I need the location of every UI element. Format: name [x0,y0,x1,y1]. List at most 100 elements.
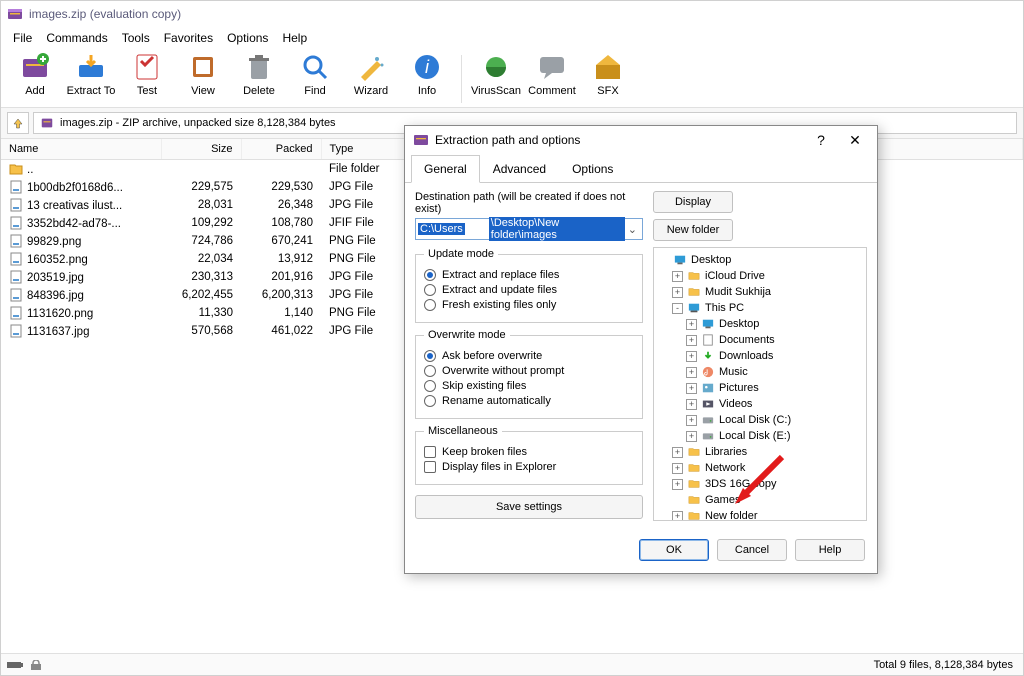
cancel-button[interactable]: Cancel [717,539,787,561]
tree-item[interactable]: +Local Disk (C:) [658,412,862,428]
tab-options[interactable]: Options [559,155,626,183]
virusscan-button[interactable]: VirusScan [468,51,524,107]
tree-item[interactable]: +3DS 16G copy [658,476,862,492]
toolbar-label: Info [418,85,436,97]
tree-expander[interactable]: + [672,447,683,458]
test-button[interactable]: Test [119,51,175,107]
tree-expander[interactable]: + [672,479,683,490]
col-name[interactable]: Name [1,139,161,160]
radio-extract-replace[interactable] [424,269,436,281]
menu-options[interactable]: Options [221,29,274,47]
radio-ask-overwrite[interactable] [424,350,436,362]
status-text: Total 9 files, 8,128,384 bytes [874,659,1013,671]
view-button[interactable]: View [175,51,231,107]
close-button[interactable]: ✕ [841,128,869,152]
tree-label: iCloud Drive [705,270,765,282]
menubar: File Commands Tools Favorites Options He… [1,27,1023,49]
tree-item[interactable]: + Videos [658,396,862,412]
tree-item[interactable]: +Downloads [658,348,862,364]
label-keep-broken: Keep broken files [442,446,527,458]
tree-label: Mudit Sukhija [705,286,771,298]
tree-expander[interactable]: - [672,303,683,314]
up-button[interactable] [7,112,29,134]
tree-expander[interactable]: + [686,431,697,442]
lock-icon [29,660,43,670]
tree-expander[interactable]: + [686,415,697,426]
menu-tools[interactable]: Tools [116,29,156,47]
tree-expander[interactable]: + [672,271,683,282]
menu-favorites[interactable]: Favorites [158,29,219,47]
find-button[interactable]: Find [287,51,343,107]
ok-button[interactable]: OK [639,539,709,561]
display-button[interactable]: Display [653,191,733,213]
col-packed[interactable]: Packed [241,139,321,160]
tree-item[interactable]: +Local Disk (E:) [658,428,862,444]
tree-expander[interactable]: + [686,335,697,346]
new-folder-button[interactable]: New folder [653,219,733,241]
misc-group: Miscellaneous Keep broken files Display … [415,425,643,485]
tab-general[interactable]: General [411,155,480,183]
label-skip-existing: Skip existing files [442,380,526,392]
menu-help[interactable]: Help [276,29,313,47]
toolbar-label: VirusScan [471,85,521,97]
tree-label: Videos [719,398,752,410]
tree-item[interactable]: -This PC [658,300,862,316]
menu-commands[interactable]: Commands [40,29,113,47]
folder-icon [687,494,701,506]
delete-button[interactable]: Delete [231,51,287,107]
tree-label: New folder [705,510,758,521]
tree-expander[interactable]: + [672,511,683,522]
help-button[interactable]: ? [807,128,835,152]
tree-item[interactable]: +Libraries [658,444,862,460]
folder-tree[interactable]: Desktop + iCloud Drive + Mudit Sukhija -This … [653,247,867,521]
tree-label: Documents [719,334,775,346]
tree-label: Music [719,366,748,378]
titlebar: images.zip (evaluation copy) [1,1,1023,27]
tree-expander[interactable]: + [686,319,697,330]
label-rename-auto: Rename automatically [442,395,551,407]
extract-to-button[interactable]: Extract To [63,51,119,107]
radio-rename-auto[interactable] [424,395,436,407]
tree-expander[interactable]: + [686,383,697,394]
chevron-down-icon[interactable]: ⌄ [625,223,640,236]
tree-expander[interactable]: + [686,351,697,362]
tree-expander[interactable]: + [672,287,683,298]
save-settings-button[interactable]: Save settings [415,495,643,519]
help-button-bottom[interactable]: Help [795,539,865,561]
tab-advanced[interactable]: Advanced [480,155,559,183]
menu-file[interactable]: File [7,29,38,47]
radio-extract-update[interactable] [424,284,436,296]
tree-expander[interactable]: + [686,399,697,410]
tree-item[interactable]: Desktop [658,252,862,268]
add-button[interactable]: Add [7,51,63,107]
info-button[interactable]: iInfo [399,51,455,107]
tree-item[interactable]: + Documents [658,332,862,348]
wizard-button[interactable]: Wizard [343,51,399,107]
tree-item[interactable]: +Pictures [658,380,862,396]
check-keep-broken[interactable] [424,446,436,458]
tree-item[interactable]: Games [658,492,862,508]
folder-icon [687,462,701,474]
tree-label: Games [705,494,740,506]
tree-item[interactable]: + iCloud Drive [658,268,862,284]
radio-skip-existing[interactable] [424,380,436,392]
check-display-explorer[interactable] [424,461,436,473]
tree-item[interactable]: + Mudit Sukhija [658,284,862,300]
tree-item[interactable]: +Desktop [658,316,862,332]
destination-label: Destination path (will be created if doe… [415,191,643,215]
tree-expander[interactable]: + [672,463,683,474]
destination-input[interactable]: C:\Users \Desktop\New folder\images ⌄ [415,218,643,240]
folder-icon [687,286,701,298]
sfx-button[interactable]: SFX [580,51,636,107]
folder-icon [687,446,701,458]
tree-item[interactable]: +Network [658,460,862,476]
radio-fresh-only[interactable] [424,299,436,311]
toolbar-label: Test [137,85,157,97]
tree-expander[interactable]: + [686,367,697,378]
tree-item[interactable]: + New folder [658,508,862,521]
col-size[interactable]: Size [161,139,241,160]
tree-item[interactable]: + Music [658,364,862,380]
comment-button[interactable]: Comment [524,51,580,107]
folder-icon [687,270,701,282]
radio-overwrite-noprompt[interactable] [424,365,436,377]
